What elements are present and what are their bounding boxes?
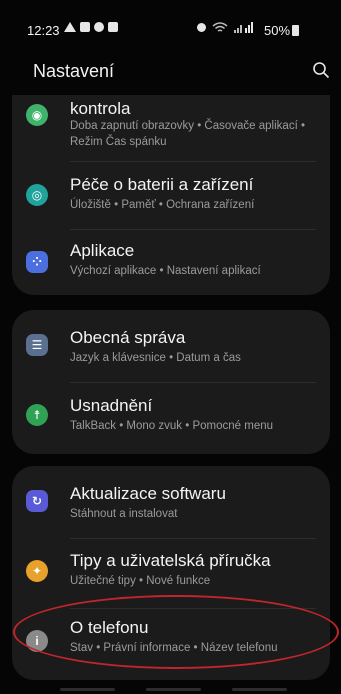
settings-group-2: ☰ Obecná správa Jazyk a klávesnice • Dat… (12, 310, 330, 454)
item-subtitle: TalkBack • Mono zvuk • Pomocné menu (70, 420, 274, 432)
navigation-bar (0, 684, 341, 694)
settings-item-apps[interactable]: ⁘ Aplikace Výchozí aplikace • Nastavení … (12, 231, 330, 291)
divider (70, 161, 316, 162)
settings-item-general-management[interactable]: ☰ Obecná správa Jazyk a klávesnice • Dat… (12, 310, 330, 380)
item-title: Péče o baterii a zařízení (70, 175, 254, 194)
accessibility-icon: ☨ (26, 404, 48, 426)
system-icons (197, 22, 254, 33)
item-title: Obecná správa (70, 328, 186, 347)
item-subtitle: Výchozí aplikace • Nastavení aplikací (70, 265, 261, 277)
search-icon[interactable] (312, 61, 330, 79)
item-subtitle: Jazyk a klávesnice • Datum a čas (70, 352, 241, 364)
app-notification-icon (94, 22, 104, 32)
item-title: Aplikace (70, 241, 135, 260)
settings-group-1: ◉ kontrola Doba zapnutí obrazovky • Časo… (12, 95, 330, 295)
alarm-icon (197, 23, 206, 32)
item-subtitle: Doba zapnutí obrazovky • Časovače aplika… (70, 120, 305, 148)
settings-item-accessibility[interactable]: ☨ Usnadnění TalkBack • Mono zvuk • Pomoc… (12, 384, 330, 452)
divider (70, 538, 316, 539)
battery-icon (292, 25, 300, 36)
item-title: Aktualizace softwaru (70, 484, 226, 503)
page-title: Nastavení (33, 61, 115, 81)
item-subtitle: Úložiště • Paměť • Ochrana zařízení (70, 199, 255, 211)
nav-home-hint[interactable] (146, 688, 201, 691)
item-title: Tipy a uživatelská příručka (70, 551, 271, 570)
battery-level: 50% (264, 23, 291, 38)
software-update-icon: ↻ (26, 490, 48, 512)
status-bar: 12:23 50% (0, 0, 341, 38)
settings-item-device-care[interactable]: ◎ Péče o baterii a zařízení Úložiště • P… (12, 165, 330, 225)
item-title: kontrola (70, 99, 131, 118)
device-care-icon: ◎ (26, 184, 48, 206)
apps-icon: ⁘ (26, 251, 48, 273)
status-time: 12:23 (27, 23, 60, 38)
settings-item-software-update[interactable]: ↻ Aktualizace softwaru Stáhnout a instal… (12, 466, 330, 536)
notification-icons (64, 22, 118, 32)
nav-recent-hint[interactable] (60, 688, 115, 691)
email-icon (108, 22, 118, 32)
signal-icon (234, 22, 253, 33)
general-management-icon: ☰ (26, 334, 48, 356)
settings-item-digital-wellbeing[interactable]: ◉ kontrola Doba zapnutí obrazovky • Časo… (12, 95, 330, 157)
highlight-annotation (13, 595, 339, 669)
divider (70, 229, 316, 230)
settings-header: Nastavení (0, 55, 341, 95)
item-title: Usnadnění (70, 396, 153, 415)
nav-back-hint[interactable] (232, 688, 287, 691)
digital-wellbeing-icon: ◉ (26, 104, 48, 126)
wifi-icon (212, 22, 228, 32)
tips-icon: ✦ (26, 560, 48, 582)
battery-indicator: 50% (264, 23, 300, 38)
message-icon (80, 22, 90, 32)
item-subtitle: Stáhnout a instalovat (70, 508, 178, 520)
item-subtitle: Užitečné tipy • Nové funkce (70, 575, 211, 587)
divider (70, 382, 316, 383)
warning-icon (64, 22, 76, 32)
